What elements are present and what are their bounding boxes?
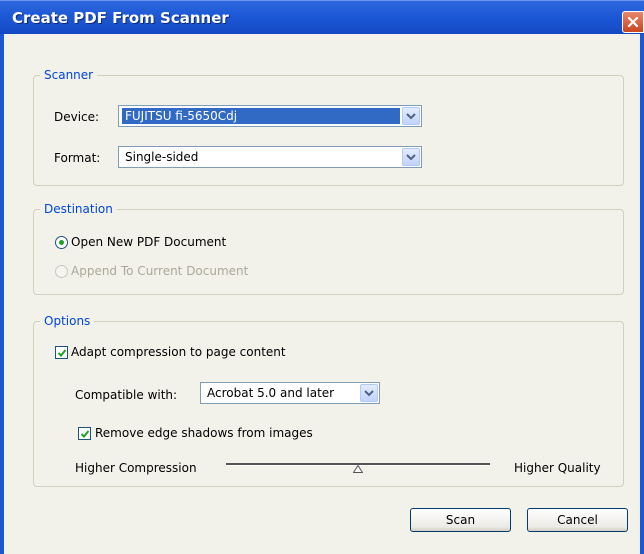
radio-append — [55, 265, 68, 278]
compatible-dropdown-button[interactable] — [360, 384, 378, 402]
radio-open-new[interactable] — [55, 236, 68, 249]
format-value: Single-sided — [125, 150, 199, 164]
device-select[interactable]: FUJITSU fi-5650Cdj — [118, 105, 422, 127]
scanner-group: Scanner — [33, 68, 624, 186]
slider-thumb-icon[interactable] — [353, 465, 363, 473]
close-button[interactable] — [622, 11, 644, 33]
chevron-down-icon — [364, 390, 374, 397]
slider-right-label: Higher Quality — [514, 461, 601, 475]
format-dropdown-button[interactable] — [402, 148, 420, 166]
slider-left-label: Higher Compression — [75, 461, 197, 475]
radio-append-label: Append To Current Document — [71, 264, 249, 278]
cancel-button[interactable]: Cancel — [527, 508, 628, 532]
destination-legend: Destination — [44, 202, 113, 216]
compatible-label: Compatible with: — [75, 388, 178, 402]
scanner-legend: Scanner — [44, 68, 94, 82]
edge-shadows-label[interactable]: Remove edge shadows from images — [95, 426, 313, 440]
edge-shadows-checkbox[interactable] — [78, 427, 91, 440]
device-value: FUJITSU fi-5650Cdj — [122, 108, 400, 124]
options-legend: Options — [44, 314, 91, 328]
device-label: Device: — [54, 110, 100, 124]
scan-button[interactable]: Scan — [410, 508, 511, 532]
compatible-value: Acrobat 5.0 and later — [207, 386, 335, 400]
window-title: Create PDF From Scanner — [12, 9, 229, 27]
close-icon — [627, 16, 639, 28]
title-bar[interactable]: Create PDF From Scanner — [0, 0, 644, 34]
chevron-down-icon — [406, 113, 416, 120]
chevron-down-icon — [406, 154, 416, 161]
checkmark-icon — [57, 349, 67, 357]
adapt-compression-label[interactable]: Adapt compression to page content — [71, 345, 286, 359]
device-dropdown-button[interactable] — [402, 107, 420, 125]
compatible-select[interactable]: Acrobat 5.0 and later — [200, 382, 380, 404]
format-label: Format: — [54, 151, 101, 165]
radio-open-new-label[interactable]: Open New PDF Document — [71, 235, 226, 249]
adapt-compression-checkbox[interactable] — [55, 346, 68, 359]
format-select[interactable]: Single-sided — [118, 146, 422, 168]
checkmark-icon — [80, 430, 90, 438]
